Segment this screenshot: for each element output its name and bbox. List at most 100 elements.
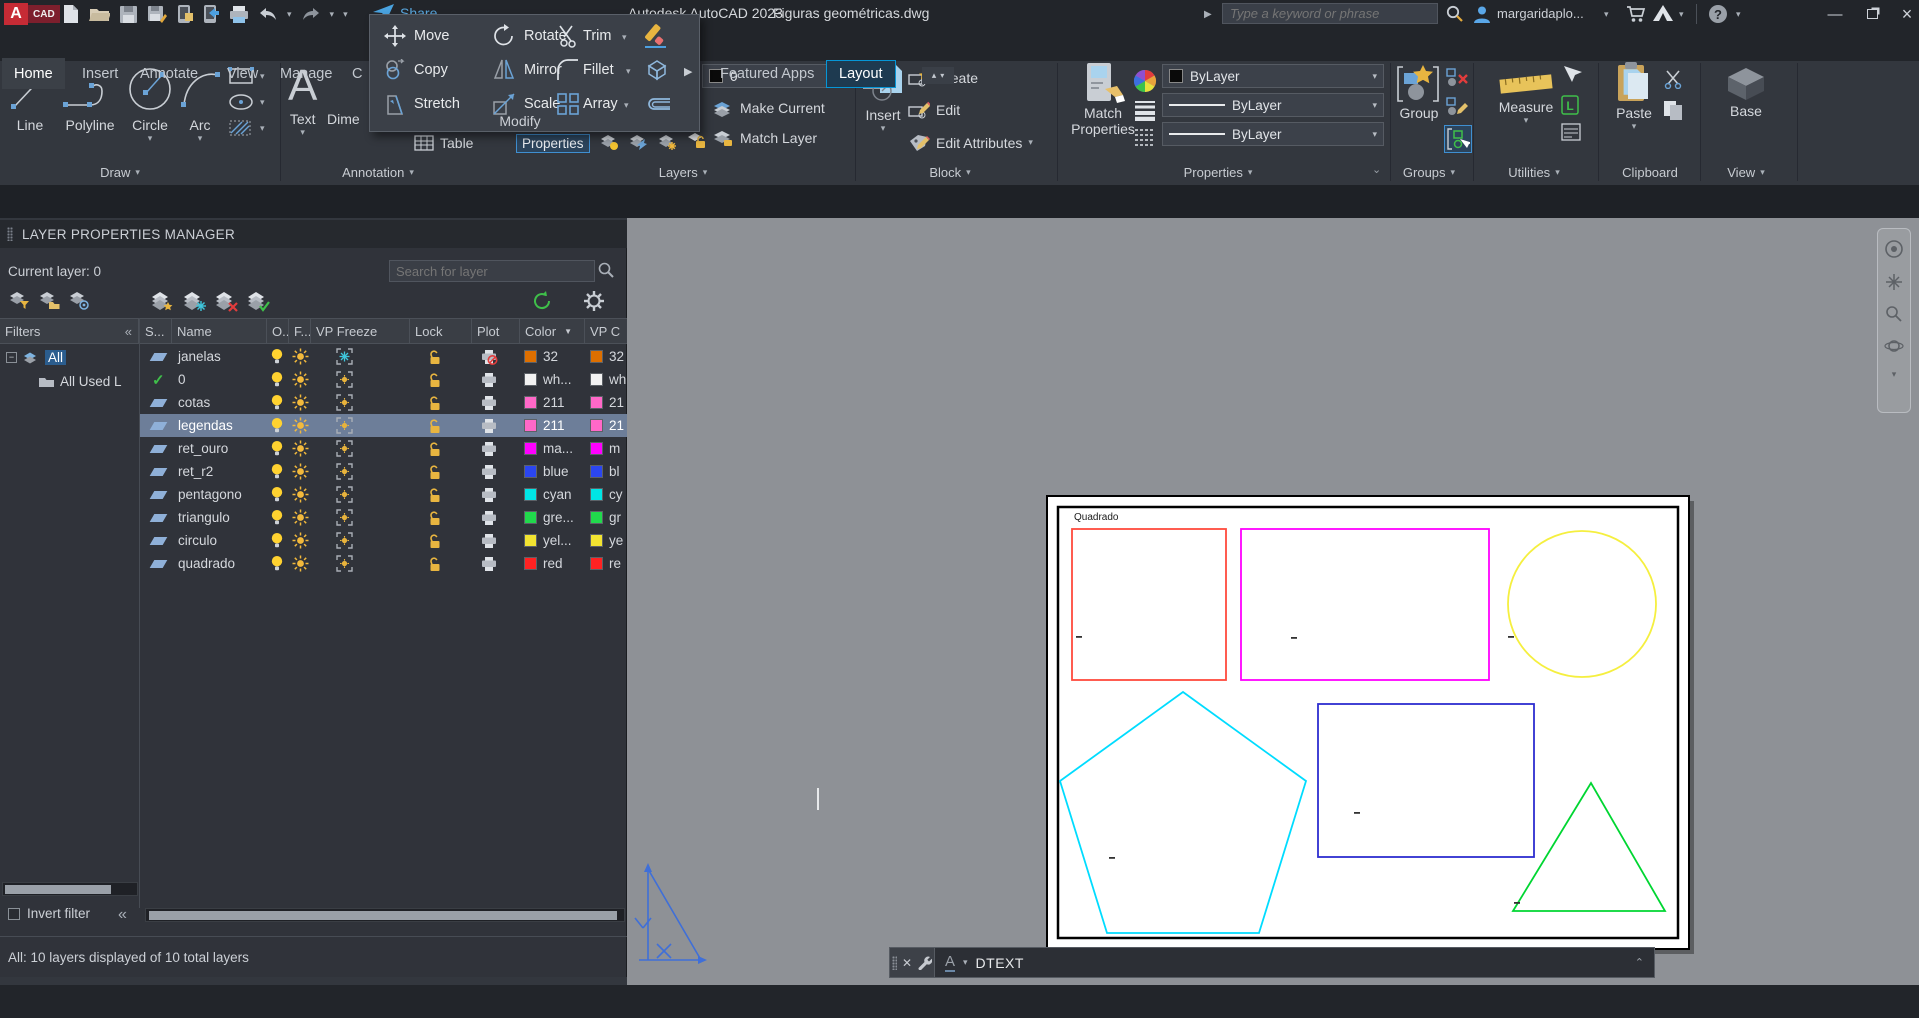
open-from-web-icon[interactable] [177, 4, 194, 24]
layer-freeze-icon[interactable] [292, 440, 309, 457]
circle-dropdown-icon[interactable]: ▾ [124, 133, 176, 144]
layer-properties-button[interactable]: Properties [516, 134, 590, 153]
move-icon[interactable] [384, 25, 406, 47]
layer-color-swatch[interactable] [524, 396, 537, 409]
ellipse-dropdown-icon[interactable]: ▾ [260, 97, 265, 108]
copy-label[interactable]: Copy [414, 62, 448, 78]
account-dropdown-icon[interactable]: ▾ [1604, 9, 1609, 20]
layer-plot-icon[interactable] [480, 349, 498, 365]
layer-on-icon[interactable] [270, 463, 284, 480]
account-name[interactable]: margaridaplo... [1497, 6, 1584, 21]
layer-plot-icon[interactable] [480, 418, 498, 434]
layer-vp-freeze-icon[interactable] [336, 440, 353, 457]
orbit-icon[interactable] [1884, 337, 1904, 355]
layer-lock-icon[interactable] [428, 510, 442, 526]
layer-row[interactable]: ✓0wh...wh [140, 368, 627, 391]
new-file-icon[interactable] [62, 4, 80, 24]
layer-freeze-icon[interactable] [656, 131, 678, 151]
hatch-dropdown-icon[interactable]: ▾ [260, 123, 265, 134]
save-to-web-icon[interactable] [203, 4, 220, 24]
tab-layout[interactable]: Layout [826, 60, 896, 88]
fillet-label[interactable]: Fillet [583, 62, 614, 78]
layer-freeze-icon[interactable] [292, 532, 309, 549]
layer-vp-freeze-icon[interactable] [336, 532, 353, 549]
hatch-tool-button[interactable]: ▾ [228, 119, 265, 137]
trim-label[interactable]: Trim [583, 28, 611, 44]
match-properties-button[interactable]: Match Properties [1066, 61, 1140, 137]
zoom-icon[interactable] [1885, 305, 1903, 323]
quick-select-icon[interactable] [1560, 65, 1584, 87]
match-layer-button[interactable]: Match Layer [712, 129, 817, 147]
layer-row[interactable]: cotas21121 [140, 391, 627, 414]
invert-collapse-icon[interactable]: « [118, 906, 127, 924]
layer-lock-icon[interactable] [685, 131, 707, 151]
command-line[interactable]: ✕ A ▾ DTEXT ⌃ [889, 947, 1655, 978]
modify-panel-label[interactable]: Modify [370, 113, 670, 129]
dimension-label-partial[interactable]: Dime [327, 111, 360, 127]
base-button[interactable]: Base [1718, 63, 1774, 119]
layer-search-input[interactable] [389, 260, 595, 282]
search-icon[interactable] [1446, 5, 1464, 23]
layer-vp-color-swatch[interactable] [590, 396, 603, 409]
layer-on-icon[interactable] [270, 555, 284, 572]
autocad-logo[interactable]: A [4, 3, 28, 25]
layer-row[interactable]: circuloyel...ye [140, 529, 627, 552]
col-color[interactable]: Color▼ [520, 318, 585, 344]
layer-row[interactable]: janelas3232 [140, 345, 627, 368]
lineweight-combo[interactable]: ByLayer ▾ [1162, 93, 1384, 117]
layer-lock-icon[interactable] [428, 487, 442, 503]
layer-color-swatch[interactable] [524, 511, 537, 524]
layer-color-swatch[interactable] [524, 465, 537, 478]
invert-filter-control[interactable]: Invert filter [8, 906, 90, 921]
layer-freeze-icon[interactable] [292, 486, 309, 503]
qat-customize-icon[interactable]: ▾ [343, 9, 348, 20]
properties-panel-label[interactable]: Properties▾ [1168, 161, 1268, 183]
layer-on-icon[interactable] [270, 532, 284, 549]
layer-plot-icon[interactable] [480, 372, 498, 388]
layer-vp-freeze-icon[interactable] [336, 371, 353, 388]
layer-color-swatch[interactable] [524, 373, 537, 386]
cut-icon[interactable] [1662, 69, 1686, 89]
layer-vp-color-swatch[interactable] [590, 350, 603, 363]
tab-featured-apps[interactable]: Featured Apps [708, 58, 826, 89]
autodesk-logo-icon[interactable] [1652, 4, 1674, 23]
flyout-expand-icon[interactable]: ▶ [684, 65, 692, 78]
palette-title-bar[interactable]: LAYER PROPERTIES MANAGER [0, 220, 627, 248]
paste-dropdown-icon[interactable]: ▾ [1608, 121, 1660, 132]
col-freeze[interactable]: F... [289, 318, 311, 344]
make-current-button[interactable]: Make Current [712, 99, 825, 117]
layer-freeze-icon[interactable] [292, 394, 309, 411]
copy-icon[interactable] [384, 59, 408, 81]
utilities-panel-label[interactable]: Utilities▾ [1488, 161, 1580, 183]
tree-expand-icon[interactable]: − [6, 352, 17, 363]
erase-icon[interactable] [642, 23, 670, 49]
lineweight-dropdown-icon[interactable]: ▾ [1372, 100, 1377, 111]
array-dropdown-icon[interactable]: ▾ [624, 100, 629, 111]
plot-icon[interactable] [229, 5, 249, 24]
search-input[interactable] [1222, 3, 1438, 24]
save-as-icon[interactable] [147, 5, 168, 24]
layer-vp-color-swatch[interactable] [590, 557, 603, 570]
autodesk-dropdown-icon[interactable]: ▾ [1679, 9, 1684, 20]
col-name[interactable]: Name [172, 318, 267, 344]
layer-vp-freeze-icon[interactable] [336, 348, 353, 365]
help-dropdown-icon[interactable]: ▾ [1736, 9, 1741, 20]
layer-plot-icon[interactable] [480, 395, 498, 411]
properties-expander-icon[interactable]: ⌄ [1372, 163, 1381, 176]
explode-icon[interactable] [644, 57, 670, 83]
trim-dropdown-icon[interactable]: ▾ [622, 32, 627, 43]
layer-vp-freeze-icon[interactable] [336, 486, 353, 503]
col-on[interactable]: O.. [267, 318, 289, 344]
layer-freeze-icon[interactable] [292, 555, 309, 572]
col-lock[interactable]: Lock [410, 318, 472, 344]
user-avatar-icon[interactable] [1472, 4, 1492, 24]
layer-on-icon[interactable] [270, 486, 284, 503]
navwheel-icon[interactable] [1884, 239, 1904, 259]
paste-button[interactable]: Paste ▾ [1608, 61, 1660, 132]
command-close-icon[interactable]: ✕ [902, 956, 912, 970]
arc-dropdown-icon[interactable]: ▾ [176, 133, 224, 144]
insert-dropdown-icon[interactable]: ▾ [860, 123, 906, 134]
settings-gear-icon[interactable] [583, 290, 605, 312]
redo-icon[interactable] [301, 7, 321, 21]
layer-off-icon[interactable] [598, 131, 620, 151]
